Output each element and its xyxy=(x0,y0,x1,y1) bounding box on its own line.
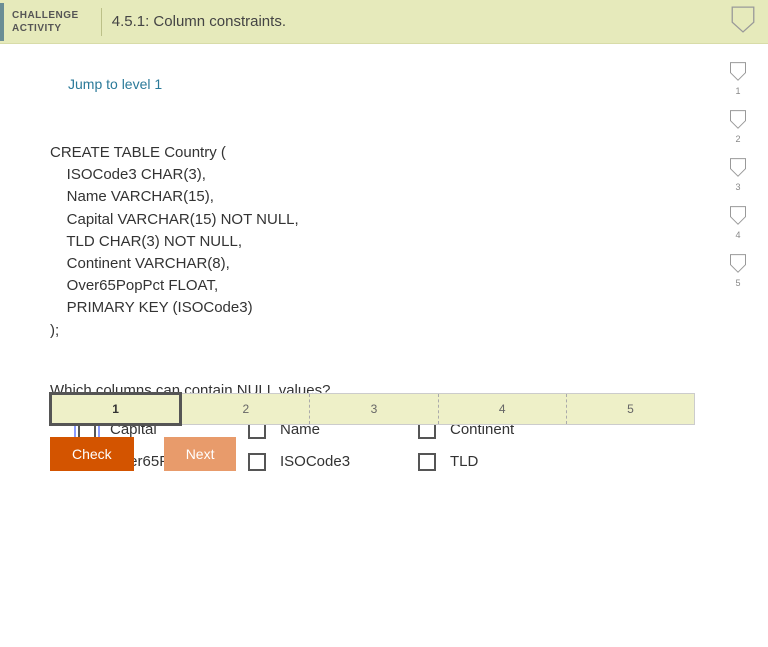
progress-bar: 12345 xyxy=(50,393,695,425)
check-button[interactable]: Check xyxy=(50,437,134,471)
label-line1: CHALLENGE xyxy=(12,9,79,22)
level-indicator-3[interactable]: 3 xyxy=(728,156,748,192)
challenge-activity-label: CHALLENGE ACTIVITY xyxy=(0,3,91,41)
jump-to-level-link[interactable]: Jump to level 1 xyxy=(68,76,162,92)
progress-segment-2[interactable]: 2 xyxy=(182,394,310,424)
level-number: 4 xyxy=(735,230,740,240)
progress-segment-1[interactable]: 1 xyxy=(49,392,182,426)
action-buttons: Check Next xyxy=(50,437,744,471)
next-button[interactable]: Next xyxy=(164,437,237,471)
side-level-indicators: 1 2 3 4 5 xyxy=(728,60,748,288)
progress-segment-5[interactable]: 5 xyxy=(567,394,694,424)
progress-segment-4[interactable]: 4 xyxy=(439,394,567,424)
header-left: CHALLENGE ACTIVITY 4.5.1: Column constra… xyxy=(0,0,286,43)
header-divider xyxy=(101,8,102,36)
shield-icon xyxy=(728,60,748,82)
level-indicator-4[interactable]: 4 xyxy=(728,204,748,240)
progress-segment-3[interactable]: 3 xyxy=(310,394,438,424)
shield-icon xyxy=(728,108,748,130)
level-indicator-2[interactable]: 2 xyxy=(728,108,748,144)
level-indicator-5[interactable]: 5 xyxy=(728,252,748,288)
content-area: Jump to level 1 CREATE TABLE Country ( I… xyxy=(0,44,768,471)
level-number: 5 xyxy=(735,278,740,288)
bottom-controls: 12345 Check Next xyxy=(50,393,744,471)
level-number: 3 xyxy=(735,182,740,192)
header-shield-icon xyxy=(730,5,756,38)
label-line2: ACTIVITY xyxy=(12,22,79,35)
challenge-title: 4.5.1: Column constraints. xyxy=(112,13,286,30)
shield-icon xyxy=(728,156,748,178)
challenge-header: CHALLENGE ACTIVITY 4.5.1: Column constra… xyxy=(0,0,768,44)
shield-icon xyxy=(728,204,748,226)
level-number: 1 xyxy=(735,86,740,96)
sql-code-block: CREATE TABLE Country ( ISOCode3 CHAR(3),… xyxy=(50,142,720,342)
level-indicator-1[interactable]: 1 xyxy=(728,60,748,96)
shield-icon xyxy=(728,252,748,274)
level-number: 2 xyxy=(735,134,740,144)
